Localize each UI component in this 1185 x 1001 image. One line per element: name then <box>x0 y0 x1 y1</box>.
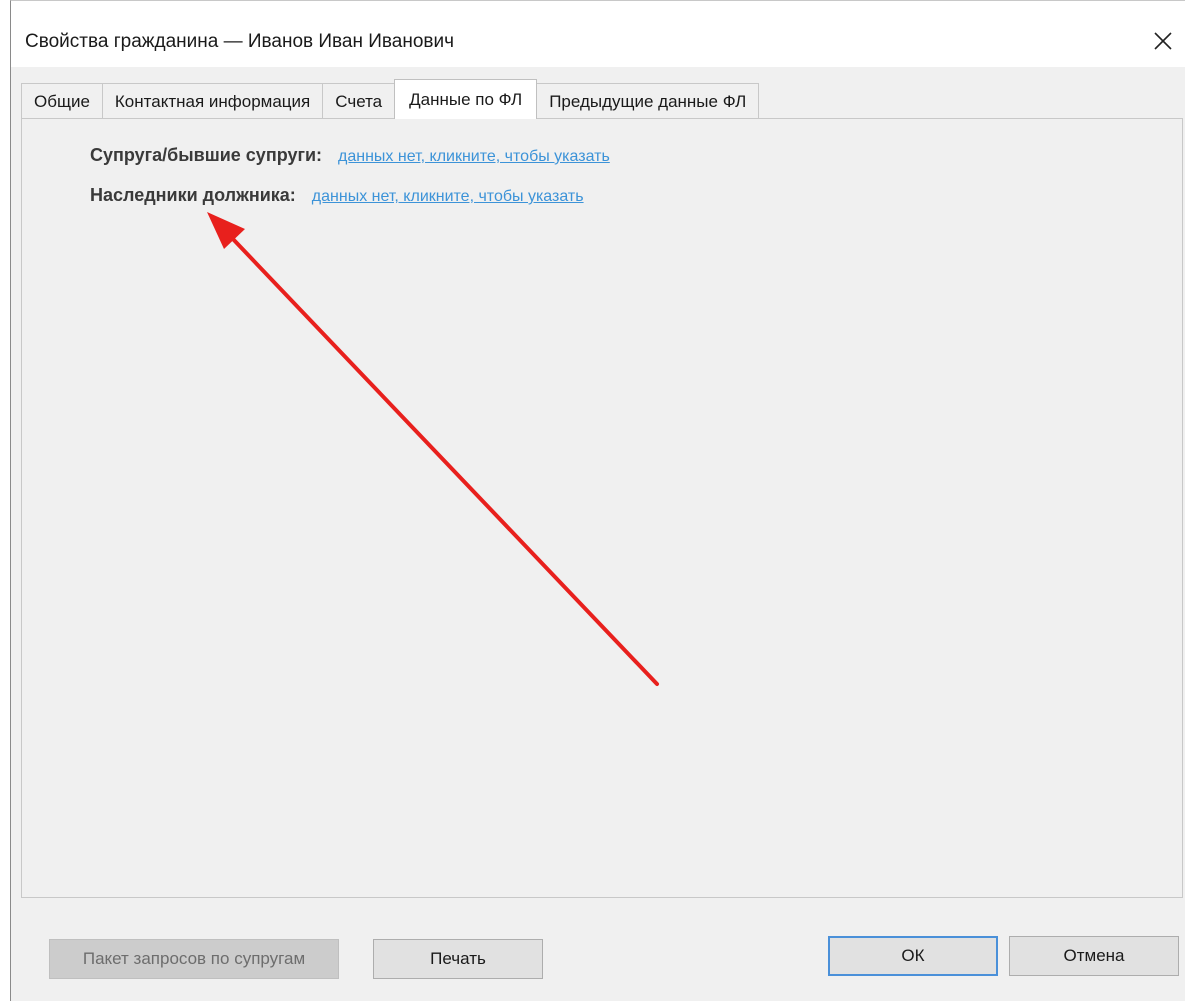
spouses-link[interactable]: данных нет, кликните, чтобы указать <box>338 148 610 166</box>
tab-strip: Общие Контактная информация Счета Данные… <box>21 79 760 119</box>
heirs-label: Наследники должника: <box>90 185 296 205</box>
window-title: Свойства гражданина — Иванов Иван Иванов… <box>25 31 455 52</box>
tab-person-data[interactable]: Данные по ФЛ <box>394 79 538 119</box>
title-bar: Свойства гражданина — Иванов Иван Иванов… <box>11 1 1185 67</box>
close-icon <box>1154 32 1172 50</box>
cancel-button[interactable]: Отмена <box>1009 936 1179 976</box>
spouse-requests-button[interactable]: Пакет запросов по супругам <box>49 939 339 979</box>
tab-previous-person-data[interactable]: Предыдущие данные ФЛ <box>536 83 760 119</box>
dialog-window: Свойства гражданина — Иванов Иван Иванов… <box>10 0 1185 1001</box>
spouses-row: Супруга/бывшие супруги: данных нет, клик… <box>90 145 610 166</box>
tab-general[interactable]: Общие <box>21 83 103 119</box>
tab-panel: Супруга/бывшие супруги: данных нет, клик… <box>21 118 1183 898</box>
tab-accounts[interactable]: Счета <box>322 83 396 119</box>
heirs-row: Наследники должника: данных нет, кликнит… <box>90 185 584 206</box>
spouses-label: Супруга/бывшие супруги: <box>90 145 323 165</box>
close-button[interactable] <box>1143 23 1183 59</box>
print-button[interactable]: Печать <box>373 939 543 979</box>
ok-button[interactable]: ОК <box>828 936 998 976</box>
tab-contact-info[interactable]: Контактная информация <box>101 83 324 119</box>
heirs-link[interactable]: данных нет, кликните, чтобы указать <box>312 188 584 206</box>
